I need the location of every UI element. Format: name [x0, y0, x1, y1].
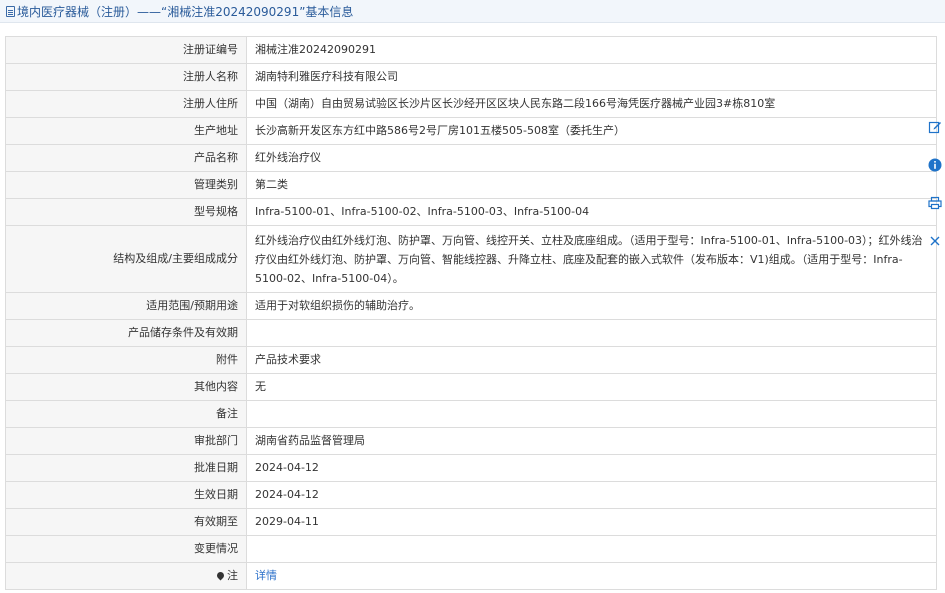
row-label-approval-date: 批准日期	[5, 454, 247, 482]
row-label-other: 其他内容	[5, 373, 247, 401]
row-value-production-address: 长沙高新开发区东方红中路586号2号厂房101五楼505-508室（委托生产）	[246, 117, 937, 145]
table-row: 审批部门 湖南省药品监督管理局	[5, 427, 937, 455]
row-label-effective-date: 生效日期	[5, 481, 247, 509]
table-row: 注 详情	[5, 562, 937, 590]
table-row: 变更情况	[5, 535, 937, 563]
row-value-expiry-date: 2029-04-11	[246, 508, 937, 536]
table-row: 其他内容 无	[5, 373, 937, 401]
detail-table: 注册证编号 湘械注准20242090291 注册人名称 湖南特利雅医疗科技有限公…	[5, 36, 937, 590]
table-row: 产品名称 红外线治疗仪	[5, 144, 937, 172]
row-value-changes	[246, 535, 937, 563]
row-value-attachment: 产品技术要求	[246, 346, 937, 374]
edit-icon	[928, 121, 941, 134]
row-label-attachment: 附件	[5, 346, 247, 374]
row-label-remarks: 备注	[5, 400, 247, 428]
row-label-intended-use: 适用范围/预期用途	[5, 292, 247, 320]
row-label-expiry-date: 有效期至	[5, 508, 247, 536]
page-title: 境内医疗器械（注册）——“湘械注准20242090291”基本信息	[17, 4, 354, 19]
row-value-registrant-name: 湖南特利雅医疗科技有限公司	[246, 63, 937, 91]
print-button[interactable]	[925, 184, 945, 222]
row-value-approval-date: 2024-04-12	[246, 454, 937, 482]
row-value-remarks	[246, 400, 937, 428]
row-label-structure: 结构及组成/主要组成成分	[5, 225, 247, 293]
table-row: 有效期至 2029-04-11	[5, 508, 937, 536]
info-button[interactable]	[925, 146, 945, 184]
table-row: 生产地址 长沙高新开发区东方红中路586号2号厂房101五楼505-508室（委…	[5, 117, 937, 145]
table-row: 注册证编号 湘械注准20242090291	[5, 36, 937, 64]
row-value-registrant-address: 中国（湖南）自由贸易试验区长沙片区长沙经开区区块人民东路二段166号海凭医疗器械…	[246, 90, 937, 118]
row-value-model-spec: Infra-5100-01、Infra-5100-02、Infra-5100-0…	[246, 198, 937, 226]
row-label-registrant-address: 注册人住所	[5, 90, 247, 118]
edit-button[interactable]	[925, 108, 945, 146]
row-label-note: 注	[5, 562, 247, 590]
close-button[interactable]	[925, 222, 945, 260]
side-toolbar	[925, 108, 945, 260]
table-row: 批准日期 2024-04-12	[5, 454, 937, 482]
table-row: 备注	[5, 400, 937, 428]
row-value-storage	[246, 319, 937, 347]
table-row: 注册人住所 中国（湖南）自由贸易试验区长沙片区长沙经开区区块人民东路二段166号…	[5, 90, 937, 118]
row-label-storage: 产品储存条件及有效期	[5, 319, 247, 347]
row-value-intended-use: 适用于对软组织损伤的辅助治疗。	[246, 292, 937, 320]
table-row: 管理类别 第二类	[5, 171, 937, 199]
table-row: 附件 产品技术要求	[5, 346, 937, 374]
print-icon	[928, 196, 942, 210]
row-label-management-class: 管理类别	[5, 171, 247, 199]
row-value-product-name: 红外线治疗仪	[246, 144, 937, 172]
row-label-production-address: 生产地址	[5, 117, 247, 145]
row-value-note: 详情	[246, 562, 937, 590]
note-label-text: 注	[227, 569, 238, 582]
row-value-approval-dept: 湖南省药品监督管理局	[246, 427, 937, 455]
table-row: 型号规格 Infra-5100-01、Infra-5100-02、Infra-5…	[5, 198, 937, 226]
row-value-other: 无	[246, 373, 937, 401]
row-value-registration-no: 湘械注准20242090291	[246, 36, 937, 64]
table-row: 适用范围/预期用途 适用于对软组织损伤的辅助治疗。	[5, 292, 937, 320]
row-value-effective-date: 2024-04-12	[246, 481, 937, 509]
row-value-management-class: 第二类	[246, 171, 937, 199]
details-link[interactable]: 详情	[255, 569, 277, 582]
pin-icon	[215, 570, 226, 580]
table-row: 产品储存条件及有效期	[5, 319, 937, 347]
close-icon	[930, 236, 940, 246]
row-label-model-spec: 型号规格	[5, 198, 247, 226]
table-row: 结构及组成/主要组成成分 红外线治疗仪由红外线灯泡、防护罩、万向管、线控开关、立…	[5, 225, 937, 293]
row-label-changes: 变更情况	[5, 535, 247, 563]
table-row: 注册人名称 湖南特利雅医疗科技有限公司	[5, 63, 937, 91]
row-label-product-name: 产品名称	[5, 144, 247, 172]
info-icon	[928, 158, 942, 172]
row-label-registrant-name: 注册人名称	[5, 63, 247, 91]
row-value-structure: 红外线治疗仪由红外线灯泡、防护罩、万向管、线控开关、立柱及底座组成。（适用于型号…	[246, 225, 937, 293]
document-icon	[6, 5, 15, 17]
table-row: 生效日期 2024-04-12	[5, 481, 937, 509]
page-header: 境内医疗器械（注册）——“湘械注准20242090291”基本信息	[0, 0, 945, 23]
row-label-approval-dept: 审批部门	[5, 427, 247, 455]
row-label-registration-no: 注册证编号	[5, 36, 247, 64]
